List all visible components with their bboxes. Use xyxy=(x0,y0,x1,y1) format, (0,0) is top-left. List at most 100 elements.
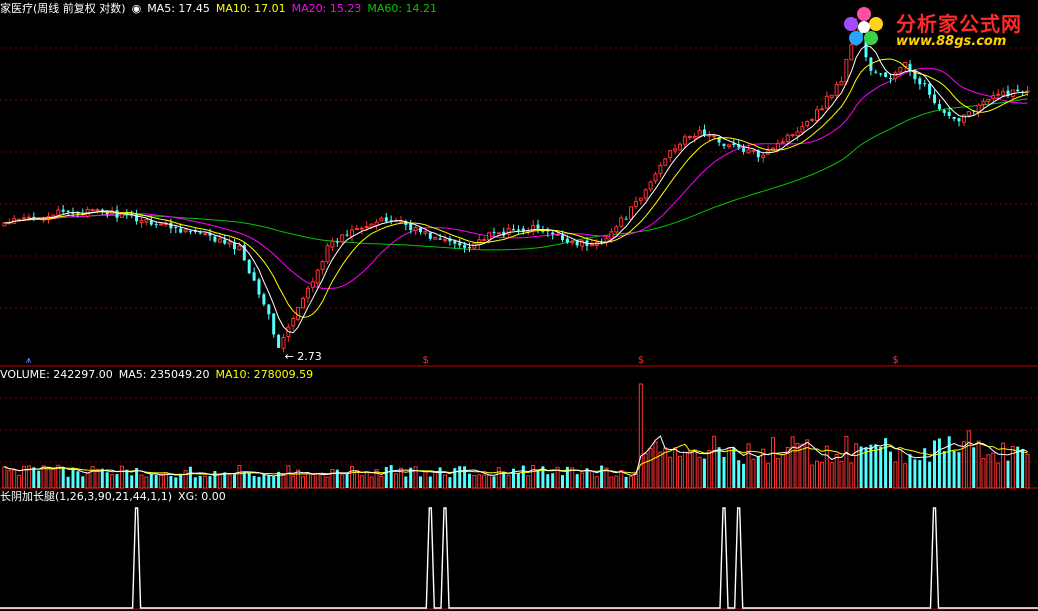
volume-bar xyxy=(551,473,555,488)
volume-bar xyxy=(468,473,471,488)
volume-bar xyxy=(394,473,398,489)
volume-bar xyxy=(722,457,726,488)
volume-bar xyxy=(810,464,815,489)
candle-body xyxy=(350,229,354,237)
candle-body xyxy=(629,206,633,220)
volume-bar xyxy=(972,447,976,488)
candle-body xyxy=(991,95,996,100)
candle-body xyxy=(56,209,61,216)
volume-bar xyxy=(174,477,178,488)
candle-body xyxy=(692,136,697,139)
volume-bar xyxy=(32,467,36,488)
chart-canvas[interactable]: ← 2.73 ⩚ $ $ $ xyxy=(0,0,1038,611)
volume-bar xyxy=(839,460,844,489)
volume-bar xyxy=(536,470,540,488)
candle-body xyxy=(354,228,359,231)
volume-bar xyxy=(17,474,22,489)
volume-bar xyxy=(2,466,7,489)
candle-body xyxy=(492,231,496,233)
candle-body xyxy=(687,136,692,138)
candle-body xyxy=(570,241,575,244)
volume-bar xyxy=(516,473,520,488)
candle-body xyxy=(433,237,438,240)
volume-bar xyxy=(413,466,418,489)
candle-body xyxy=(315,269,320,284)
signal-mark: $ xyxy=(638,355,644,366)
volume-bar xyxy=(570,467,575,489)
volume-bar xyxy=(85,472,90,489)
candle-body xyxy=(516,229,520,231)
volume-bar xyxy=(800,443,805,489)
volume-bar xyxy=(149,473,153,488)
volume-bar xyxy=(359,475,364,489)
candle-body xyxy=(923,83,927,85)
volume-bar xyxy=(854,443,859,489)
volume-bar xyxy=(463,466,467,488)
volume-bar xyxy=(66,476,70,488)
candle-body xyxy=(330,240,335,248)
xg-value: XG: 0.00 xyxy=(178,490,226,503)
site-logo: 分析家公式网 www.88gs.com xyxy=(838,2,1038,52)
volume-bar xyxy=(247,473,251,488)
candle-body xyxy=(345,234,349,236)
volume-bar xyxy=(942,451,946,488)
volume-bar xyxy=(580,472,585,489)
volume-bar xyxy=(751,458,756,489)
candle-body xyxy=(188,231,192,233)
candle-body xyxy=(663,158,668,166)
volume-bar xyxy=(115,474,119,488)
volume-bar xyxy=(130,475,134,488)
price-panel-header: 家医疗(周线 前复权 对数) ◉ MA5: 17.45 MA10: 17.01 MA20… xyxy=(0,2,443,15)
volume-bar xyxy=(746,443,751,489)
candle-body xyxy=(135,214,139,222)
volume-bar xyxy=(619,470,624,489)
candle-body xyxy=(942,110,946,113)
signal-mark: $ xyxy=(422,355,428,366)
candle-body xyxy=(22,217,26,220)
candle-body xyxy=(227,241,232,245)
volume-bar xyxy=(1025,454,1030,489)
volume-bar xyxy=(937,438,941,488)
volume-bar xyxy=(663,447,668,489)
candle-body xyxy=(223,239,227,244)
volume-bar xyxy=(756,456,760,488)
volume-bar xyxy=(472,475,477,489)
volume-bar xyxy=(257,476,261,488)
candle-body xyxy=(775,142,780,151)
candle-body xyxy=(829,94,834,99)
volume-bar xyxy=(105,472,109,488)
volume-bar xyxy=(389,465,393,488)
volume-bar xyxy=(648,447,653,489)
candle-body xyxy=(413,226,418,231)
volume-bar xyxy=(482,474,487,489)
volume-bar xyxy=(208,476,212,488)
candle-body xyxy=(267,304,271,315)
volume-bar xyxy=(653,441,658,489)
candle-body xyxy=(423,231,428,234)
volume-bar xyxy=(183,470,188,489)
candle-body xyxy=(957,118,961,122)
candle-body xyxy=(746,149,751,154)
volume-bar xyxy=(531,465,536,489)
volume-bar xyxy=(379,476,384,489)
volume-bar xyxy=(438,467,442,488)
candle-body xyxy=(834,83,839,96)
candle-body xyxy=(795,131,800,136)
dropdown-icon[interactable]: ◉ xyxy=(132,2,142,15)
candle-body xyxy=(648,181,653,190)
volume-bar xyxy=(502,471,506,488)
volume-bar xyxy=(242,471,246,488)
candle-body xyxy=(653,173,658,182)
volume-bar xyxy=(991,452,996,489)
candle-body xyxy=(726,144,731,147)
candle-body xyxy=(468,247,471,249)
volume-bar xyxy=(364,472,369,489)
volume-bar xyxy=(227,474,232,489)
candle-body xyxy=(95,209,100,211)
candle-body xyxy=(614,226,619,233)
volume-bar xyxy=(780,454,785,489)
volume-bar xyxy=(1021,449,1025,488)
volume-bar xyxy=(732,447,736,488)
indicator-panel-header: 长阴加长腿(1,26,3,90,21,44,1,1) XG: 0.00 xyxy=(0,490,232,503)
candle-body xyxy=(884,72,888,77)
